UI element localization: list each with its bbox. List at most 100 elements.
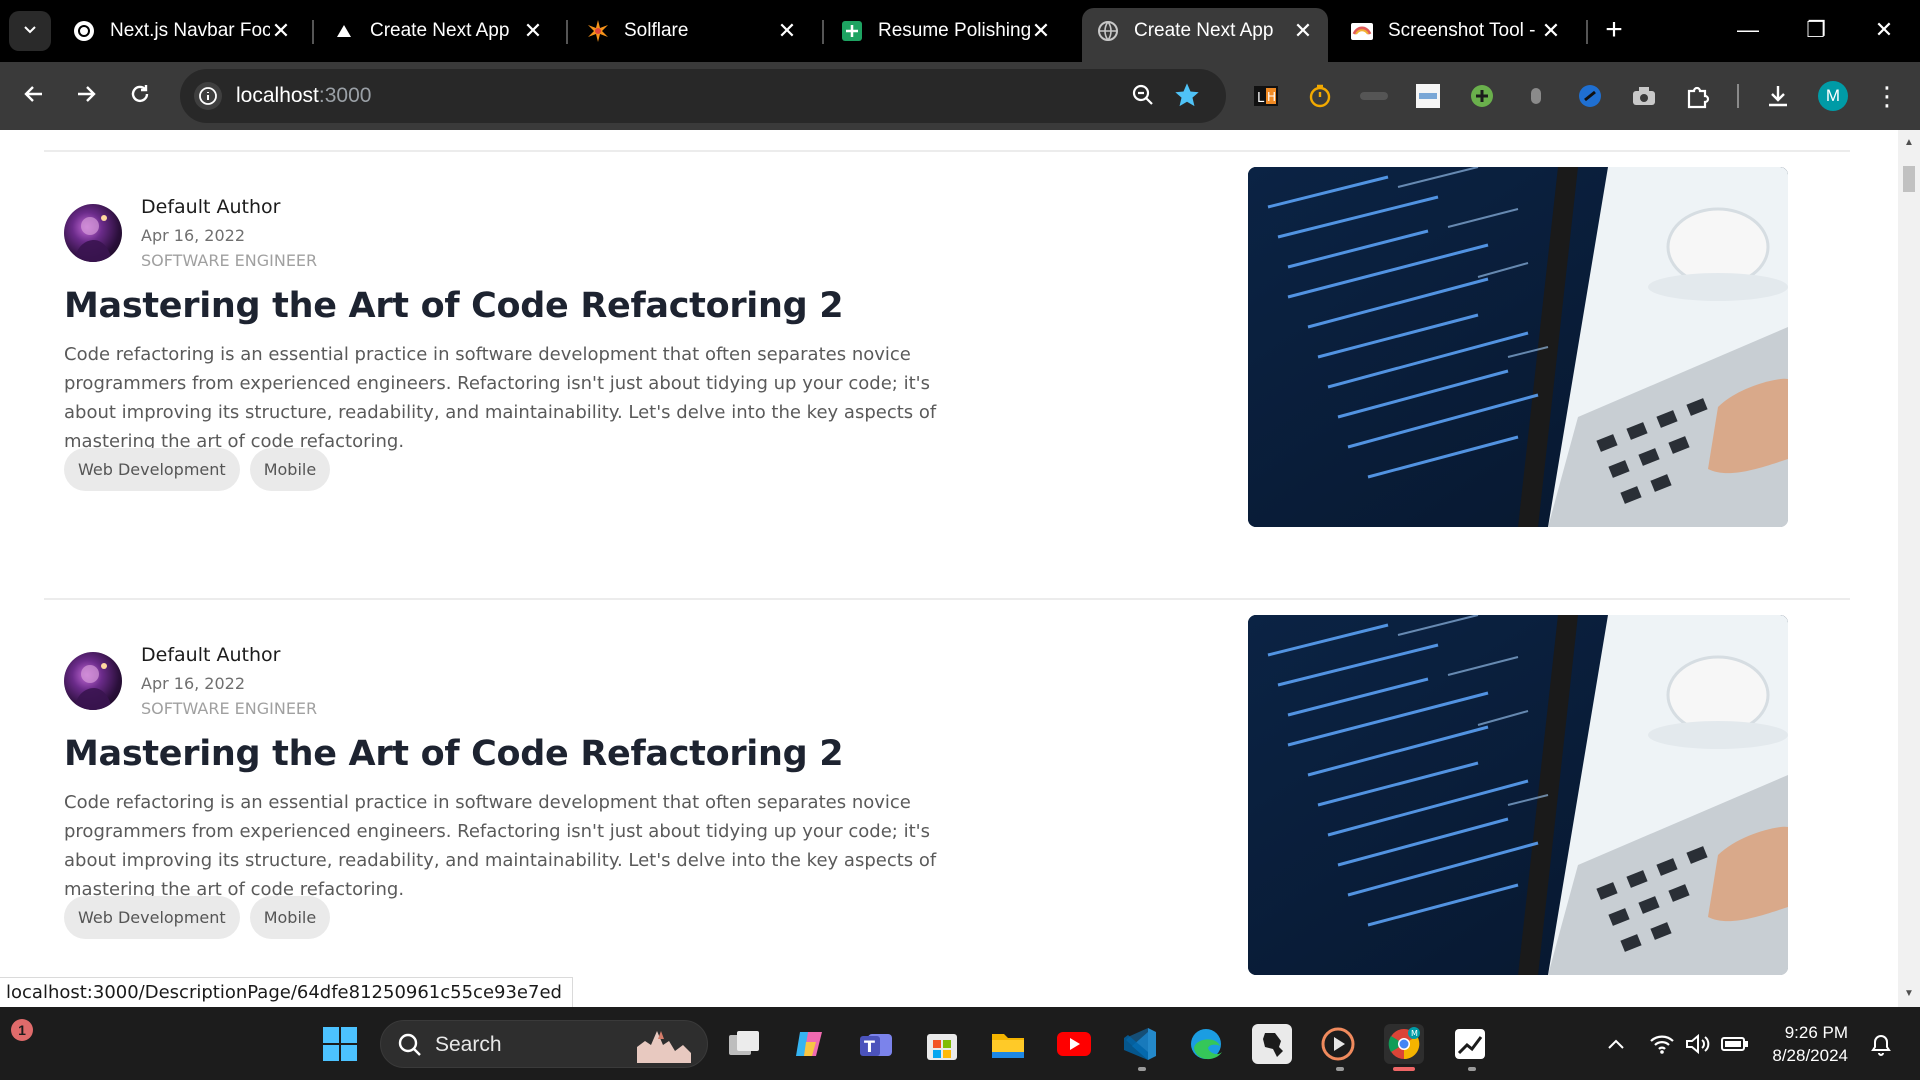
task-view-icon[interactable]: [724, 1024, 764, 1064]
address-bar[interactable]: localhost:3000: [180, 69, 1226, 123]
tab-screenshot-tool[interactable]: Screenshot Tool - ✕: [1336, 8, 1576, 54]
close-icon[interactable]: ✕: [1030, 18, 1052, 44]
scrollbar-thumb[interactable]: [1903, 166, 1915, 192]
author-avatar: [64, 204, 122, 262]
edge-icon[interactable]: [1186, 1024, 1226, 1064]
close-icon[interactable]: ✕: [1292, 18, 1314, 44]
minimize-button[interactable]: —: [1718, 10, 1778, 50]
teams-icon[interactable]: T: [856, 1024, 896, 1064]
volume-icon[interactable]: [1684, 1030, 1712, 1058]
notification-badge[interactable]: 1: [11, 1019, 33, 1041]
taskbar-search-box[interactable]: Search: [380, 1020, 708, 1068]
lighthouse-icon[interactable]: LH: [1252, 82, 1280, 110]
tab-nextjs-navbar[interactable]: Next.js Navbar Foc ✕: [58, 8, 306, 54]
mouse-icon[interactable]: [1522, 82, 1550, 110]
timer-icon[interactable]: [1306, 82, 1334, 110]
restore-button[interactable]: ❐: [1786, 10, 1846, 50]
chatgpt-icon: [72, 19, 96, 43]
browser-menu-button[interactable]: ⋮: [1874, 80, 1900, 112]
tab-create-next-app-active[interactable]: Create Next App ✕: [1082, 8, 1328, 62]
green-plus-icon[interactable]: [1468, 82, 1496, 110]
post-cover-image[interactable]: [1248, 167, 1788, 527]
author-role: SOFTWARE ENGINEER: [141, 699, 318, 718]
post-title[interactable]: Mastering the Art of Code Refactoring 2: [64, 286, 844, 326]
copilot-icon[interactable]: [790, 1024, 830, 1064]
tab-separator: [312, 20, 314, 44]
browser-toolbar: localhost:3000 LH M ⋮: [0, 62, 1920, 130]
apsv-icon[interactable]: [1414, 82, 1442, 110]
tag-chip[interactable]: Web Development: [64, 896, 240, 939]
site-info-icon[interactable]: [194, 82, 222, 110]
author-name: Default Author: [141, 644, 281, 666]
forward-button[interactable]: [66, 76, 106, 116]
wifi-icon[interactable]: [1648, 1030, 1676, 1058]
system-clock[interactable]: 9:26 PM 8/28/2024: [1768, 1021, 1848, 1067]
store-icon[interactable]: [922, 1024, 962, 1064]
post-title[interactable]: Mastering the Art of Code Refactoring 2: [64, 734, 844, 774]
close-icon[interactable]: ✕: [776, 18, 798, 44]
scroll-down-icon[interactable]: ▼: [1903, 987, 1915, 1001]
blog-post-card[interactable]: Default Author Apr 16, 2022 SOFTWARE ENG…: [0, 150, 1898, 570]
windows-start-icon[interactable]: [320, 1024, 360, 1064]
tab-create-next-app[interactable]: Create Next App ✕: [318, 8, 558, 54]
tag-chip[interactable]: Mobile: [249, 896, 331, 939]
tab-title: Create Next App: [1134, 20, 1274, 41]
zoom-icon[interactable]: [1130, 82, 1156, 113]
media-player-icon[interactable]: [1318, 1024, 1358, 1064]
tab-separator: [566, 20, 568, 44]
tab-resume-polishing[interactable]: Resume Polishing ✕: [826, 8, 1066, 54]
svg-text:M: M: [1411, 1029, 1418, 1038]
file-explorer-icon[interactable]: [988, 1024, 1028, 1064]
notification-center-icon[interactable]: [1866, 1030, 1896, 1060]
tag-chip[interactable]: Mobile: [249, 448, 331, 491]
puzzle-icon[interactable]: [1684, 82, 1712, 110]
post-tags: Web Development Mobile: [64, 896, 331, 939]
chevron-down-icon: [22, 21, 38, 42]
bookmark-star-icon[interactable]: [1173, 81, 1201, 114]
profile-avatar[interactable]: M: [1818, 81, 1848, 111]
blue-circle-icon[interactable]: [1576, 82, 1604, 110]
fusv-icon[interactable]: [1360, 82, 1388, 110]
tag-chip[interactable]: Web Development: [64, 448, 240, 491]
download-icon[interactable]: [1764, 82, 1792, 110]
close-window-button[interactable]: ✕: [1854, 10, 1914, 50]
new-tab-button[interactable]: +: [1598, 14, 1630, 48]
post-date: Apr 16, 2022: [141, 674, 246, 693]
back-button[interactable]: [14, 76, 54, 116]
blog-post-card[interactable]: Default Author Apr 16, 2022 SOFTWARE ENG…: [0, 598, 1898, 1007]
windows-taskbar: 1 Search T M 9:26 PM 8/28/2024: [0, 1007, 1920, 1080]
youtube-icon[interactable]: [1054, 1024, 1094, 1064]
africa-map-icon[interactable]: [1252, 1024, 1292, 1064]
solflare-icon: [586, 19, 610, 43]
author-name: Default Author: [141, 196, 281, 218]
post-cover-image[interactable]: [1248, 615, 1788, 975]
vscode-icon[interactable]: [1120, 1024, 1160, 1064]
running-indicator: [1336, 1067, 1344, 1071]
show-hidden-icons-icon[interactable]: [1602, 1030, 1630, 1058]
stocks-icon[interactable]: [1450, 1024, 1490, 1064]
tab-title: Resume Polishing: [878, 20, 1030, 41]
close-icon[interactable]: ✕: [270, 18, 292, 44]
page-scrollbar[interactable]: ▲ ▼: [1898, 130, 1920, 1007]
post-date: Apr 16, 2022: [141, 226, 246, 245]
post-excerpt: Code refactoring is an essential practic…: [64, 344, 937, 452]
url-text[interactable]: localhost:3000: [236, 84, 371, 108]
chrome-icon[interactable]: M: [1384, 1024, 1424, 1064]
tab-separator: [822, 20, 824, 44]
arrow-left-icon: [22, 82, 46, 111]
link-status-bubble: localhost:3000/DescriptionPage/64dfe8125…: [0, 977, 573, 1007]
battery-icon[interactable]: [1720, 1030, 1750, 1058]
close-icon[interactable]: ✕: [1540, 18, 1562, 44]
url-host: localhost: [236, 84, 319, 107]
search-highlight-icon: [631, 1027, 697, 1063]
reload-icon: [128, 82, 152, 111]
running-indicator-active: [1393, 1067, 1415, 1071]
reload-button[interactable]: [120, 76, 160, 116]
scroll-up-icon[interactable]: ▲: [1903, 136, 1915, 150]
tab-solflare[interactable]: Solflare ✕: [572, 8, 812, 54]
camera-icon[interactable]: [1630, 82, 1658, 110]
tab-search-button[interactable]: [9, 11, 51, 51]
post-excerpt: Code refactoring is an essential practic…: [64, 792, 937, 900]
running-indicator: [1138, 1067, 1146, 1071]
close-icon[interactable]: ✕: [522, 18, 544, 44]
